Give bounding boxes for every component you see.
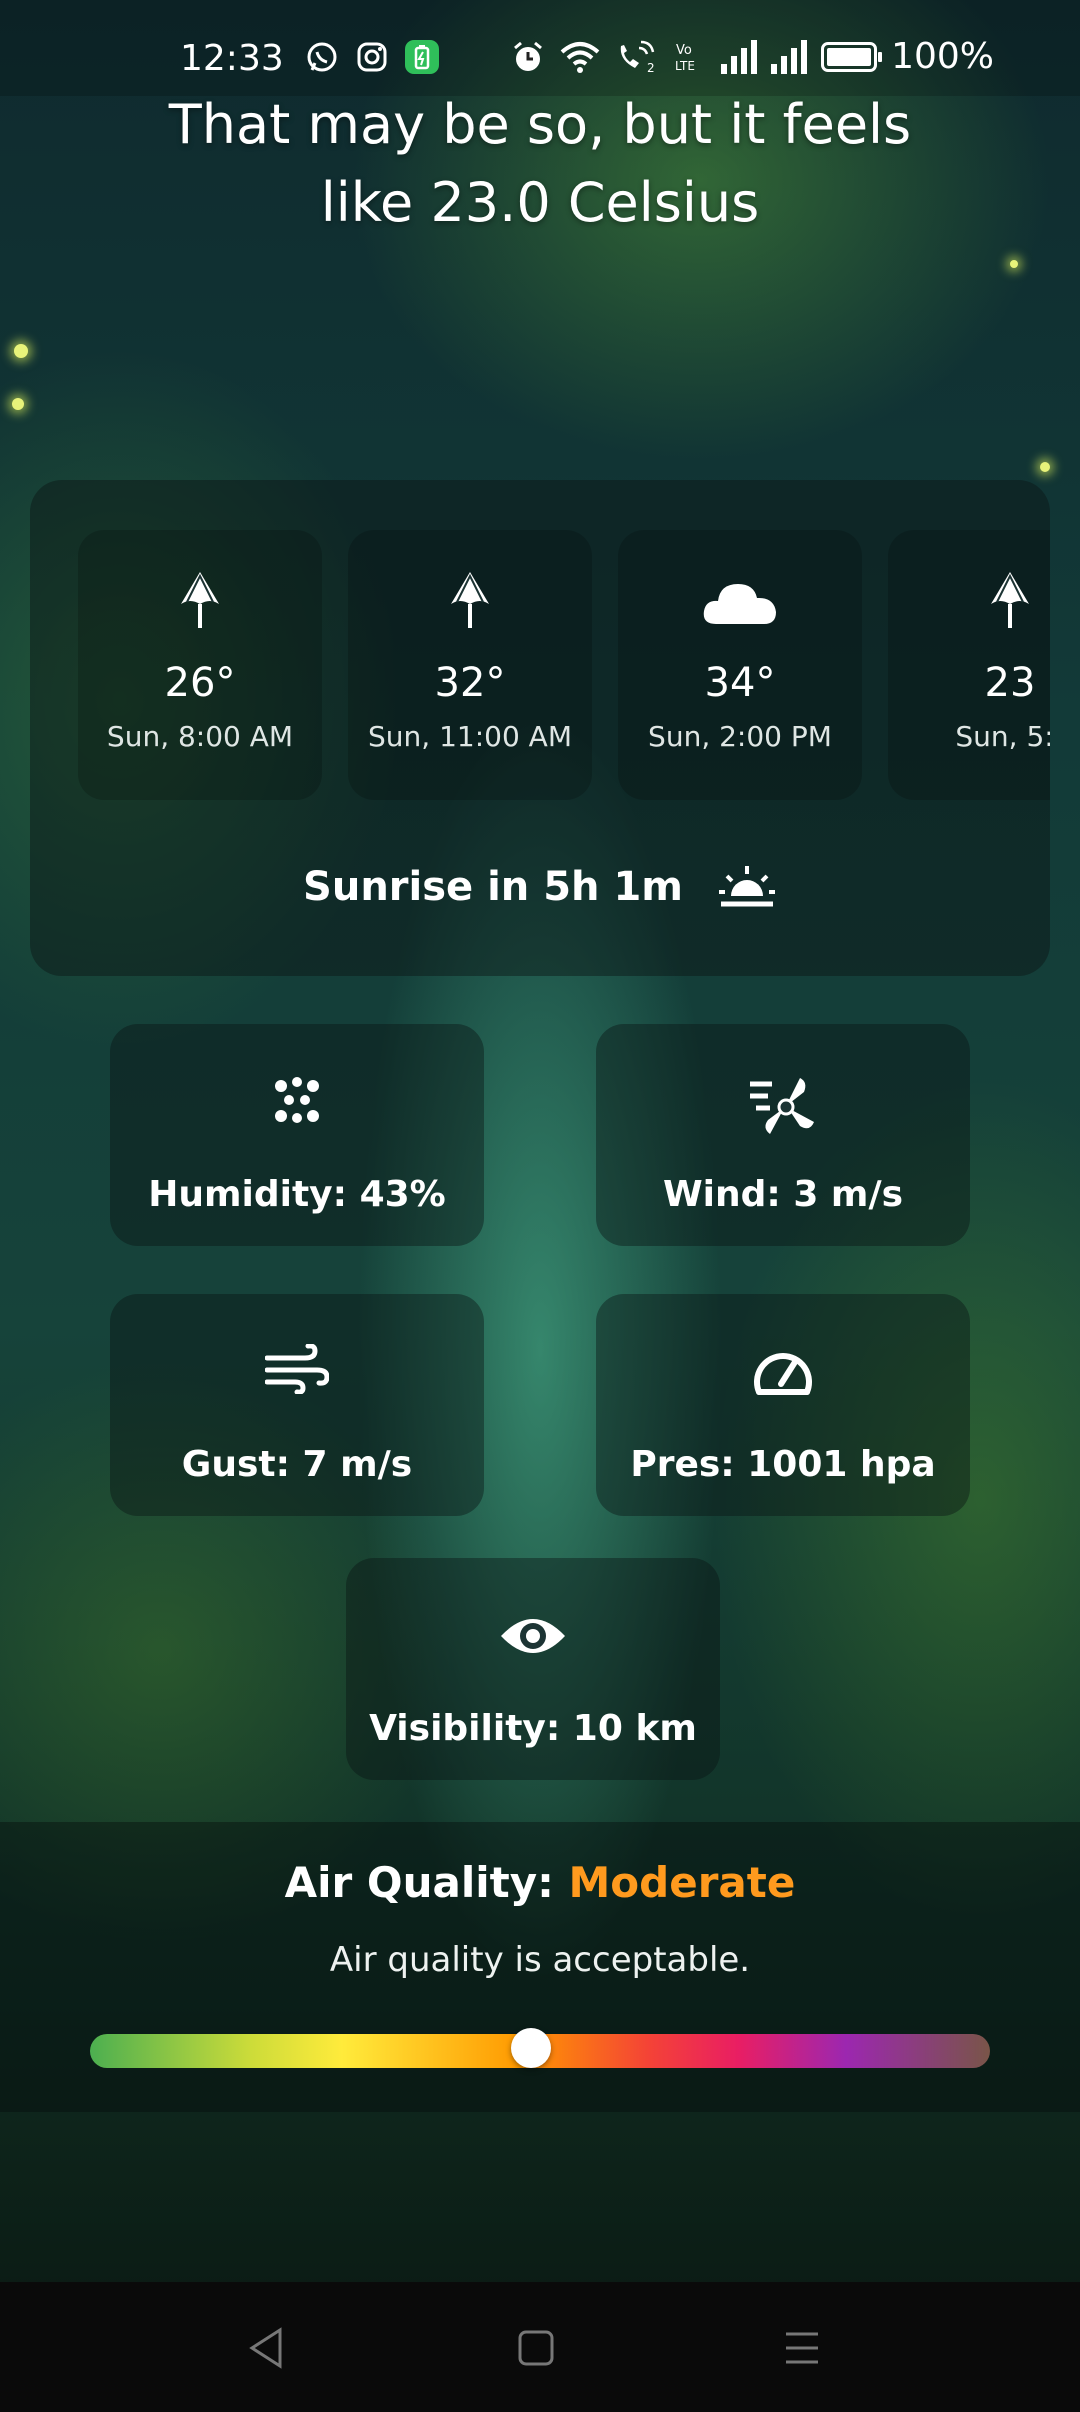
hourly-item[interactable]: 23 Sun, 5:( — [888, 530, 1050, 800]
umbrella-icon — [181, 572, 219, 628]
home-button[interactable] — [494, 2306, 578, 2390]
air-quality-panel: Air Quality: Moderate Air quality is acc… — [0, 1822, 1080, 2112]
instagram-icon — [355, 40, 389, 74]
hourly-temp: 32° — [434, 660, 506, 706]
air-quality-level: Moderate — [568, 1858, 796, 1907]
hourly-temp: 26° — [164, 660, 236, 706]
sunrise-label: Sunrise in 5h 1m — [303, 864, 683, 910]
hourly-temp: 34° — [704, 660, 776, 706]
humidity-dots-icon — [275, 1077, 319, 1123]
sunrise-icon — [718, 866, 775, 907]
battery-icon — [821, 41, 883, 72]
air-quality-indicator — [511, 2028, 551, 2068]
hourly-item[interactable]: 34° Sun, 2:00 PM — [618, 530, 862, 800]
svg-text:Vo: Vo — [676, 43, 692, 58]
hourly-temp: 23 — [984, 660, 1036, 706]
signal-icon — [771, 39, 808, 74]
air-quality-scale — [90, 2028, 990, 2068]
firefly-decoration — [1010, 260, 1018, 268]
pressure-value: Pres: 1001 hpa — [630, 1444, 936, 1485]
system-navigation-bar — [0, 2282, 1080, 2412]
hourly-item[interactable]: 26° Sun, 8:00 AM — [78, 530, 322, 800]
status-time: 12:33 — [180, 38, 284, 79]
air-quality-description: Air quality is acceptable. — [329, 1940, 751, 1980]
signal-icon — [721, 39, 758, 74]
volte-icon: VoLTE — [675, 43, 695, 73]
gauge-icon — [754, 1353, 812, 1395]
firefly-decoration — [12, 398, 24, 410]
hourly-time: Sun, 2:00 PM — [648, 720, 832, 753]
battery-saver-app-icon — [405, 40, 439, 74]
cloud-icon — [703, 584, 776, 624]
hourly-item[interactable]: 32° Sun, 11:00 AM — [348, 530, 592, 800]
hourly-time: Sun, 8:00 AM — [106, 720, 294, 753]
recents-icon — [786, 2332, 818, 2364]
back-button[interactable] — [224, 2306, 308, 2390]
wind-fan-icon — [750, 1078, 814, 1134]
firefly-decoration — [14, 344, 28, 358]
status-bar: 12:33 2 Vo LTE 100% — [0, 0, 1080, 96]
gust-tile: Gust: 7 m/s — [110, 1294, 484, 1516]
wind-value: Wind: 3 m/s — [662, 1174, 904, 1215]
battery-percent: 100% — [891, 36, 994, 77]
wifi-icon — [560, 41, 600, 73]
home-icon — [518, 2330, 554, 2366]
alarm-icon — [514, 41, 543, 71]
hourly-forecast-card: 26° Sun, 8:00 AM 32° Sun, 11:00 AM 34° S… — [30, 480, 1050, 976]
sunrise-countdown: Sunrise in 5h 1m — [30, 862, 1050, 912]
umbrella-icon — [991, 572, 1029, 628]
back-icon — [249, 2327, 282, 2369]
air-quality-prefix: Air Quality: — [284, 1858, 569, 1907]
notification-icons — [305, 40, 439, 74]
system-icons: 2 Vo LTE 100% — [511, 36, 994, 77]
humidity-value: Humidity: 43% — [148, 1174, 446, 1215]
wifi-calling-icon: 2 — [620, 40, 655, 74]
whatsapp-icon — [305, 40, 339, 74]
headline-line-2: like 23.0 Celsius — [320, 171, 760, 234]
headline-line-1: That may be so, but it feels — [168, 93, 912, 156]
air-quality-title: Air Quality: Moderate — [0, 1858, 1080, 1907]
humidity-tile: Humidity: 43% — [110, 1024, 484, 1246]
svg-text:LTE: LTE — [675, 59, 695, 73]
visibility-value: Visibility: 10 km — [369, 1708, 697, 1749]
hourly-forecast-list[interactable]: 26° Sun, 8:00 AM 32° Sun, 11:00 AM 34° S… — [78, 530, 1050, 800]
pressure-tile: Pres: 1001 hpa — [596, 1294, 970, 1516]
hourly-time: Sun, 11:00 AM — [368, 720, 572, 753]
eye-icon — [501, 1619, 565, 1653]
visibility-tile: Visibility: 10 km — [346, 1558, 720, 1780]
hourly-time: Sun, 5:( — [955, 720, 1050, 753]
wind-tile: Wind: 3 m/s — [596, 1024, 970, 1246]
umbrella-icon — [451, 572, 489, 628]
feels-like-headline: That may be so, but it feels like 23.0 C… — [120, 86, 960, 242]
gust-value: Gust: 7 m/s — [181, 1444, 413, 1485]
wind-gust-icon — [265, 1344, 329, 1394]
firefly-decoration — [1040, 462, 1050, 472]
recents-button[interactable] — [760, 2306, 844, 2390]
svg-text:2: 2 — [647, 61, 655, 74]
